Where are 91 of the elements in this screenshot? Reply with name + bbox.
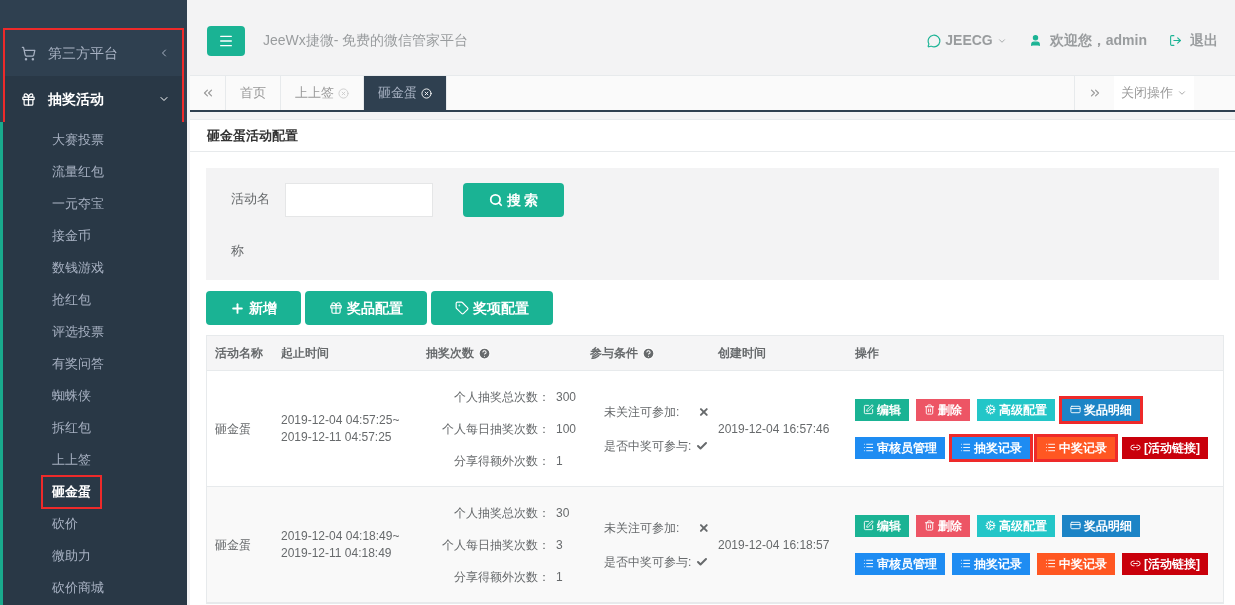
list-icon: [1045, 558, 1056, 569]
column-header: 参与条件: [590, 345, 638, 362]
edit-icon: [863, 520, 874, 531]
table-cell-text: 2019-12-11 04:57:25: [281, 428, 393, 446]
panel-title: 砸金蛋活动配置: [190, 120, 1235, 152]
submenu-item[interactable]: 拆红包: [43, 413, 100, 443]
site-title: JeeWx捷微- 免费的微信管家平台: [263, 31, 469, 50]
table-cell-text: 2019-12-04 04:57:25~: [281, 411, 401, 429]
close-menu-dropdown[interactable]: 关闭操作: [1114, 76, 1194, 110]
submenu-item[interactable]: 数钱游戏: [43, 253, 113, 283]
trash-icon: [924, 520, 935, 531]
card-icon: [1070, 404, 1081, 415]
count-label: 个人抽奖总次数：: [453, 504, 550, 522]
condition-label: 是否中奖可参与:: [604, 437, 692, 455]
search-icon: [488, 193, 503, 207]
table-cell: 砸金蛋: [215, 421, 251, 436]
chat-icon: [927, 33, 942, 48]
table-cell: 砸金蛋: [215, 537, 251, 552]
count-label: 个人每日抽奖次数：: [441, 420, 550, 438]
submenu-item[interactable]: 有奖问答: [43, 349, 113, 379]
search-button[interactable]: 搜 索: [463, 183, 564, 217]
tab[interactable]: 砸金蛋: [364, 76, 447, 110]
submenu-item[interactable]: 评选投票: [43, 317, 113, 347]
input-field[interactable]: [285, 183, 433, 217]
count-value: 100: [555, 420, 578, 438]
plus-icon: [230, 300, 245, 316]
count-label: 分享得额外次数：: [453, 452, 550, 470]
submenu-item[interactable]: 抢红包: [43, 285, 100, 315]
toolbar-button[interactable]: 奖品配置: [305, 291, 427, 325]
condition-label: 是否中奖可参与:: [604, 553, 692, 571]
count-value: 30: [555, 504, 571, 522]
gift-icon: [329, 301, 343, 315]
menu-button[interactable]: [207, 25, 245, 56]
submenu-item[interactable]: 砸金蛋: [43, 477, 100, 507]
gift-icon: [21, 91, 36, 107]
count-label: 个人每日抽奖次数：: [441, 536, 550, 554]
table-cell-text: 2019-12-11 04:18:49: [281, 544, 393, 562]
column-header: 活动名称: [215, 345, 263, 362]
link-icon: [1130, 442, 1141, 453]
action-button[interactable]: 中奖记录: [1034, 433, 1118, 462]
cart-icon: [21, 45, 36, 61]
list-icon: [863, 558, 874, 569]
count-label: 分享得额外次数：: [453, 568, 550, 586]
toolbar-button[interactable]: 新增: [206, 291, 301, 325]
link-icon: [1130, 558, 1141, 569]
card-icon: [1070, 520, 1081, 531]
submenu-item[interactable]: 蜘蛛侠: [43, 381, 100, 411]
user-icon: [1028, 34, 1042, 47]
logout-link[interactable]: 退出: [1169, 30, 1218, 51]
submenu-item[interactable]: 砍价商城: [43, 573, 113, 603]
toolbar-button[interactable]: 奖项配置: [431, 291, 553, 325]
edit-icon: [863, 404, 874, 415]
column-header: 起止时间: [281, 345, 329, 362]
count-value: 1: [555, 568, 564, 586]
count-label: 个人抽奖总次数：: [453, 388, 550, 406]
column-header: 创建时间: [718, 345, 766, 362]
trash-icon: [924, 404, 935, 415]
field-label: 活动名称: [231, 190, 271, 260]
account-dropdown[interactable]: JEECG: [927, 30, 1007, 51]
gear-icon: [985, 520, 996, 531]
list-icon: [960, 442, 971, 453]
list-icon: [960, 558, 971, 569]
submenu-item[interactable]: 砍价: [43, 509, 87, 539]
table-cell: 2019-12-04 16:18:57: [718, 537, 830, 552]
condition-label: 未关注可参加:: [604, 403, 681, 421]
tag-icon: [455, 301, 469, 315]
action-button[interactable]: 抽奖记录: [949, 433, 1033, 462]
condition-label: 未关注可参加:: [604, 519, 681, 537]
count-value: 1: [555, 452, 564, 470]
submenu-item[interactable]: 流量红包: [43, 157, 113, 187]
logout-icon: [1169, 34, 1182, 47]
count-value: 3: [555, 536, 564, 554]
submenu-item[interactable]: 大赛投票: [43, 125, 113, 155]
submenu-item[interactable]: 微助力: [43, 541, 100, 571]
tab[interactable]: 首页: [226, 76, 281, 110]
submenu-item[interactable]: 上上签: [43, 445, 100, 475]
list-icon: [1045, 442, 1056, 453]
table-cell: 2019-12-04 16:57:46: [718, 421, 830, 436]
caret-icon: [1177, 88, 1187, 98]
list-icon: [863, 442, 874, 453]
sidebar-item[interactable]: 抽奖活动: [5, 76, 182, 122]
welcome-link[interactable]: 欢迎您，admin: [1028, 30, 1147, 51]
submenu-item[interactable]: 一元夺宝: [43, 189, 113, 219]
sidebar-item[interactable]: 第三方平台: [5, 30, 182, 76]
submenu-item[interactable]: 接金币: [43, 221, 100, 251]
action-button[interactable]: 奖品明细: [1059, 395, 1143, 424]
table-cell-text: 2019-12-04 04:18:49~: [281, 527, 401, 545]
column-header: 操作: [855, 345, 879, 362]
count-value: 300: [555, 388, 578, 406]
gear-icon: [985, 404, 996, 415]
column-header: 抽奖次数: [426, 345, 474, 362]
